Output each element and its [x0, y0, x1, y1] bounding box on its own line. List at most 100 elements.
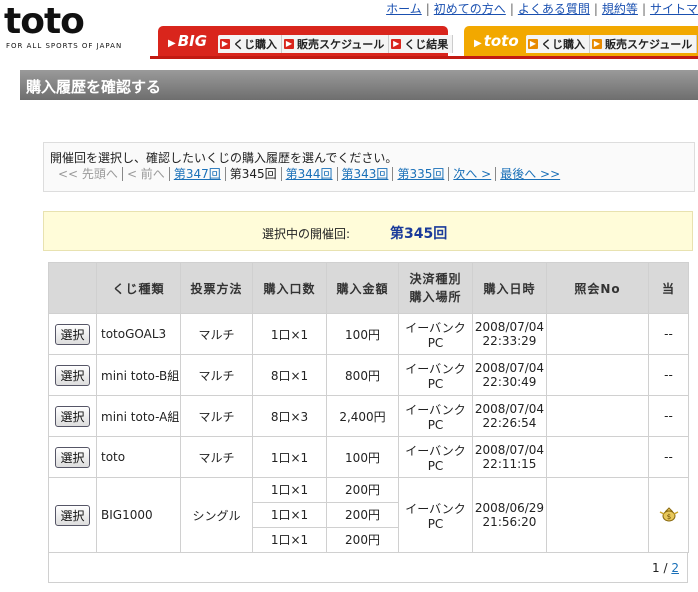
- round-selection-box: 開催回を選択し、確認したいくじの購入履歴を選んでください。 << 先頭へ < 前…: [43, 142, 695, 192]
- method-cell: マルチ: [180, 395, 253, 437]
- header-method: 投票方法: [180, 262, 253, 314]
- datetime-cell: 2008/07/04 22:33:29: [472, 313, 547, 355]
- amount-cell: 100円: [326, 436, 399, 478]
- pagination-bar: 1 / 2: [48, 553, 688, 583]
- result-cell: --: [648, 354, 689, 396]
- amount-cell: 800円: [326, 354, 399, 396]
- ref-cell: [546, 477, 649, 553]
- purchase-history-table: くじ種類 投票方法 購入口数 購入金額 決済種別 購入場所 購入日時 照会No …: [48, 262, 689, 553]
- toto-tab-bar: ▶ toto ▶ くじ購入 ▶ 販売スケジュール: [464, 26, 698, 56]
- method-cell: シングル: [180, 477, 253, 553]
- arrow-icon: ▶: [284, 39, 294, 49]
- select-button[interactable]: 選択: [55, 405, 90, 427]
- big-tab-title[interactable]: ▶ BIG: [168, 32, 207, 50]
- logo-text: toto: [4, 1, 85, 42]
- select-button[interactable]: 選択: [55, 323, 90, 345]
- header-result: 当: [648, 262, 689, 314]
- round-344-link[interactable]: 第344回: [282, 167, 338, 181]
- toto-schedule-link[interactable]: ▶ 販売スケジュール: [590, 35, 698, 53]
- logo-tagline: FOR ALL SPORTS OF JAPAN: [6, 42, 123, 50]
- amount-cell: 2,400円: [326, 395, 399, 437]
- round-343-link[interactable]: 第343回: [338, 167, 394, 181]
- count-cell: 1口×1 1口×1 1口×1: [252, 477, 327, 553]
- select-button[interactable]: 選択: [55, 364, 90, 386]
- method-cell: マルチ: [180, 313, 253, 355]
- toto-buy-link[interactable]: ▶ くじ購入: [526, 35, 590, 53]
- result-cell: --: [648, 436, 689, 478]
- first-page-link: << 先頭へ: [54, 167, 123, 181]
- header-datetime: 購入日時: [472, 262, 547, 314]
- select-button[interactable]: 選択: [55, 446, 90, 468]
- arrow-icon: ▶: [220, 39, 230, 49]
- arrow-icon: ▶: [528, 39, 538, 49]
- count-cell: 8口×1: [252, 354, 327, 396]
- toto-logo[interactable]: toto FOR ALL SPORTS OF JAPAN: [4, 4, 144, 56]
- last-page-link[interactable]: 最後へ >>: [496, 167, 564, 181]
- amount-cell: 100円: [326, 313, 399, 355]
- method-cell: マルチ: [180, 354, 253, 396]
- round-347-link[interactable]: 第347回: [170, 167, 226, 181]
- selection-instruction: 開催回を選択し、確認したいくじの購入履歴を選んでください。: [50, 151, 398, 165]
- kind-cell: BIG1000: [96, 477, 181, 553]
- next-page-link[interactable]: 次へ >: [449, 167, 497, 181]
- top-links: ホーム | 初めての方へ | よくある質問 | 規約等 | サイトマ: [386, 2, 698, 16]
- big-buy-link[interactable]: ▶ くじ購入: [218, 35, 282, 53]
- datetime-cell: 2008/07/04 22:30:49: [472, 354, 547, 396]
- round-335-link[interactable]: 第335回: [393, 167, 450, 181]
- pagination: 1 / 2: [652, 561, 679, 575]
- table-row: 選択 totoGOAL3 マルチ 1口×1 100円 イーバンク PC 2008/…: [48, 313, 689, 355]
- amount-cell: 200円 200円 200円: [326, 477, 399, 553]
- current-page: 1: [652, 561, 660, 575]
- result-cell: $: [648, 477, 689, 553]
- terms-link[interactable]: 規約等: [602, 2, 638, 16]
- header-amount: 購入金額: [326, 262, 399, 314]
- kind-cell: mini toto-B組: [96, 354, 181, 396]
- header-kind: くじ種類: [96, 262, 181, 314]
- kind-cell: toto: [96, 436, 181, 478]
- money-bag-icon: $: [658, 506, 680, 522]
- payment-cell: イーバンク PC: [398, 436, 473, 478]
- header-select: [48, 262, 97, 314]
- arrow-icon: ▶: [391, 39, 402, 49]
- selected-round-box: 選択中の開催回: 第345回: [43, 211, 693, 251]
- toto-tab-items: ▶ くじ購入 ▶ 販売スケジュール: [526, 35, 698, 53]
- datetime-cell: 2008/06/29 21:56:20: [472, 477, 547, 553]
- big-results-link[interactable]: ▶ くじ結果: [389, 35, 454, 53]
- selected-round-label: 選択中の開催回:: [262, 227, 351, 241]
- payment-cell: イーバンク PC: [398, 477, 473, 553]
- ref-cell: [546, 436, 649, 478]
- result-cell: --: [648, 313, 689, 355]
- selected-round-value: 第345回: [390, 226, 448, 242]
- big-tab-bar: ▶ BIG ▶ くじ購入 ▶ 販売スケジュール ▶ くじ結果: [158, 26, 454, 56]
- count-cell: 1口×1: [252, 313, 327, 355]
- ref-cell: [546, 395, 649, 437]
- header-count: 購入口数: [252, 262, 327, 314]
- page-2-link[interactable]: 2: [671, 561, 679, 575]
- prev-page-link: < 前へ: [123, 167, 170, 181]
- home-link[interactable]: ホーム: [386, 2, 422, 16]
- svg-text:$: $: [666, 513, 670, 521]
- arrow-icon: ▶: [592, 39, 602, 49]
- kind-cell: totoGOAL3: [96, 313, 181, 355]
- table-row: 選択 mini toto-A組 マルチ 8口×3 2,400円 イーバンク PC …: [48, 395, 689, 437]
- page-title-bar: 購入履歴を確認する: [20, 70, 698, 100]
- payment-cell: イーバンク PC: [398, 354, 473, 396]
- count-cell: 1口×1: [252, 436, 327, 478]
- ref-cell: [546, 313, 649, 355]
- table-row: 選択 toto マルチ 1口×1 100円 イーバンク PC 2008/07/04…: [48, 436, 689, 478]
- big-schedule-link[interactable]: ▶ 販売スケジュール: [282, 35, 390, 53]
- payment-cell: イーバンク PC: [398, 313, 473, 355]
- table-row: 選択 BIG1000 シングル 1口×1 1口×1 1口×1 200円 200円…: [48, 477, 689, 553]
- faq-link[interactable]: よくある質問: [518, 2, 590, 16]
- sitemap-link[interactable]: サイトマ: [650, 2, 698, 16]
- first-time-link[interactable]: 初めての方へ: [434, 2, 506, 16]
- toto-tab-title[interactable]: ▶ toto: [474, 32, 519, 50]
- header-ref: 照会No: [546, 262, 649, 314]
- round-navigation: << 先頭へ < 前へ 第347回 第345回 第344回 第343回 第335…: [54, 167, 564, 181]
- kind-cell: mini toto-A組: [96, 395, 181, 437]
- table-header-row: くじ種類 投票方法 購入口数 購入金額 決済種別 購入場所 購入日時 照会No …: [48, 262, 689, 314]
- payment-cell: イーバンク PC: [398, 395, 473, 437]
- method-cell: マルチ: [180, 436, 253, 478]
- select-button[interactable]: 選択: [55, 504, 90, 526]
- count-cell: 8口×3: [252, 395, 327, 437]
